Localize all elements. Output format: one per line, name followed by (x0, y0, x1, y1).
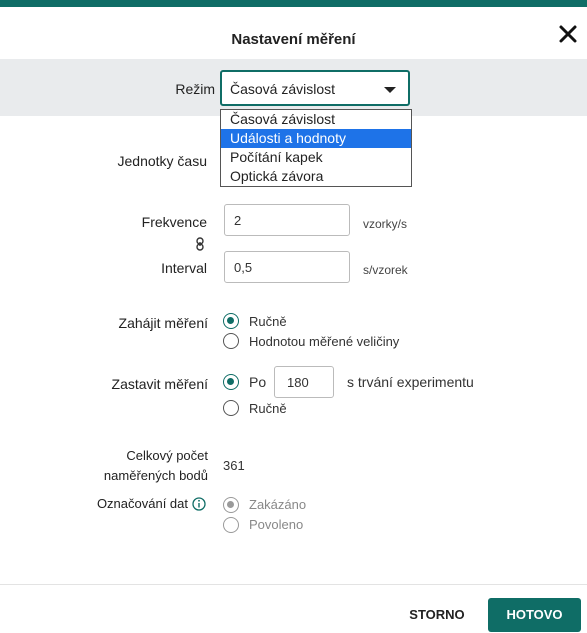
frequency-label: Frekvence (141, 214, 207, 230)
mode-option[interactable]: Optická závora (221, 167, 411, 186)
data-marking-label: Označování dat (96, 496, 188, 511)
cancel-button[interactable]: STORNO (398, 599, 476, 631)
stop-duration-input[interactable]: 180 (274, 366, 334, 398)
start-threshold-radio[interactable] (223, 333, 239, 349)
total-points-label-line1: Celkový počet (126, 448, 208, 463)
total-points-label-line2: naměřených bodů (103, 468, 208, 483)
close-icon[interactable] (557, 23, 579, 45)
frequency-unit: vzorky/s (363, 217, 408, 231)
data-marking-disabled-label: Zakázáno (249, 497, 307, 512)
stop-after-radio[interactable] (223, 374, 239, 390)
time-units-label: Jednotky času (117, 153, 208, 169)
mode-select[interactable]: Časová závislost (220, 70, 410, 106)
data-marking-enabled-label: Povoleno (249, 517, 304, 532)
info-icon[interactable] (192, 497, 206, 511)
link-icon[interactable] (195, 237, 205, 251)
mode-select-value: Časová závislost (230, 81, 336, 97)
mode-option-highlighted[interactable]: Události a hodnoty (221, 129, 411, 148)
frequency-input[interactable]: 2 (224, 204, 350, 236)
stop-after-label: Po (249, 374, 267, 390)
mode-dropdown-list: Časová závislost Události a hodnoty Počí… (220, 109, 412, 187)
top-accent-bar (0, 0, 587, 7)
start-manual-radio[interactable] (223, 313, 239, 329)
chevron-down-icon (384, 87, 396, 93)
interval-unit: s/vzorek (363, 263, 408, 277)
mode-option[interactable]: Počítání kapek (221, 148, 411, 167)
mode-label: Režim (175, 81, 215, 97)
dialog-header: Nastavení měření (0, 7, 587, 59)
mode-option[interactable]: Časová závislost (221, 110, 411, 129)
interval-label: Interval (161, 260, 207, 276)
start-manual-label: Ručně (249, 314, 287, 329)
stop-manual-radio[interactable] (223, 400, 239, 416)
stop-manual-label: Ručně (249, 401, 287, 416)
footer-divider (0, 584, 587, 585)
total-points-value: 361 (223, 458, 245, 473)
start-threshold-label: Hodnotou měřené veličiny (249, 334, 400, 349)
interval-input[interactable]: 0,5 (224, 251, 350, 283)
stop-duration-value: 180 (287, 375, 309, 390)
frequency-value: 2 (234, 213, 242, 228)
start-label: Zahájit měření (118, 315, 208, 331)
stop-label: Zastavit měření (111, 376, 208, 392)
stop-duration-suffix: s trvání experimentu (347, 374, 474, 390)
data-marking-enabled-radio[interactable] (223, 517, 239, 533)
done-button[interactable]: HOTOVO (488, 598, 581, 632)
interval-value: 0,5 (234, 260, 253, 275)
data-marking-disabled-radio[interactable] (223, 497, 239, 513)
dialog-title: Nastavení měření (231, 31, 356, 48)
